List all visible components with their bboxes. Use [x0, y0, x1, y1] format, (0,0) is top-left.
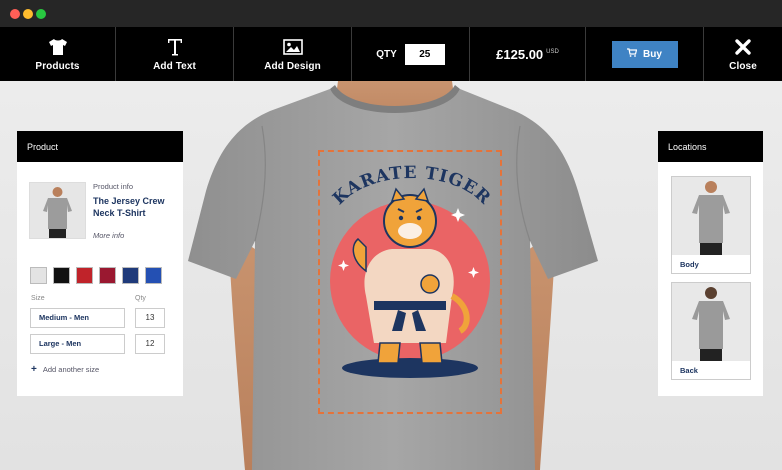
price-display: £125.00 USD — [470, 27, 586, 81]
add-design-label: Add Design — [264, 61, 321, 72]
buy-button[interactable]: Buy — [611, 40, 678, 68]
size-qty-input[interactable]: 13 — [135, 308, 165, 328]
add-design-button[interactable]: Add Design — [234, 27, 352, 81]
size-select[interactable]: Large - Men — [30, 334, 125, 354]
location-card-back[interactable]: Back — [671, 282, 751, 380]
window-titlebar — [0, 0, 782, 27]
price-currency: USD — [546, 49, 559, 55]
color-swatch[interactable] — [76, 267, 93, 284]
locations-panel: Locations Body Back — [658, 131, 763, 396]
size-row: Medium - Men 13 — [30, 308, 170, 328]
print-area[interactable]: KARATE TIGER — [318, 150, 502, 414]
location-back-image — [672, 283, 750, 361]
product-info-label: Product info — [93, 182, 134, 191]
qty-label: QTY — [376, 48, 397, 60]
product-name: The Jersey Crew Neck T-Shirt — [93, 196, 165, 218]
maximize-window-dot[interactable] — [36, 9, 46, 19]
products-button[interactable]: Products — [0, 27, 116, 81]
location-card-front[interactable]: Body — [671, 176, 751, 274]
color-swatch[interactable] — [53, 267, 70, 284]
top-toolbar: Products Add Text Add Design QTY £125.00… — [0, 27, 782, 81]
location-front-image — [672, 177, 750, 255]
design-title-text[interactable]: KARATE TIGER — [320, 152, 504, 222]
quantity-group: QTY — [352, 27, 470, 81]
add-size-link[interactable]: + Add another size — [31, 364, 99, 375]
size-row: Large - Men 12 — [30, 334, 170, 354]
plus-icon: + — [31, 364, 37, 375]
image-icon — [282, 36, 303, 58]
close-label: Close — [729, 61, 757, 72]
color-swatches — [30, 267, 162, 284]
size-column-header: Size — [31, 295, 45, 302]
size-select[interactable]: Medium - Men — [30, 308, 125, 328]
product-info: Product info The Jersey Crew Neck T-Shir… — [93, 182, 177, 240]
locations-panel-header: Locations — [658, 131, 763, 162]
color-swatch[interactable] — [145, 267, 162, 284]
svg-text:KARATE TIGER: KARATE TIGER — [329, 163, 495, 209]
color-swatch[interactable] — [99, 267, 116, 284]
tshirt-icon — [48, 36, 68, 58]
products-label: Products — [35, 61, 80, 72]
add-text-button[interactable]: Add Text — [116, 27, 234, 81]
more-info-link[interactable]: More info — [93, 231, 177, 240]
minimize-window-dot[interactable] — [23, 9, 33, 19]
add-size-label: Add another size — [42, 365, 100, 374]
close-icon — [734, 36, 752, 58]
product-panel: Product Product info The Jersey Crew Nec… — [17, 131, 183, 396]
location-label: Body — [680, 260, 699, 269]
product-thumbnail[interactable] — [29, 182, 86, 239]
text-t-icon — [166, 36, 184, 58]
qty-input[interactable] — [404, 43, 445, 65]
buy-group: Buy — [586, 27, 704, 81]
size-qty-input[interactable]: 12 — [135, 334, 165, 354]
location-label: Back — [680, 366, 698, 375]
buy-label: Buy — [643, 48, 662, 60]
close-button[interactable]: Close — [704, 27, 782, 81]
color-swatch[interactable] — [122, 267, 139, 284]
add-text-label: Add Text — [153, 61, 196, 72]
product-panel-header: Product — [17, 131, 183, 162]
qty-column-header: Qty — [135, 295, 146, 302]
design-canvas[interactable]: KARATE TIGER Product Product info The Je… — [0, 81, 782, 470]
price-amount: £125.00 — [496, 46, 544, 62]
cart-icon — [627, 48, 638, 60]
color-swatch[interactable] — [30, 267, 47, 284]
product-thumbnail-image — [43, 187, 72, 238]
close-window-dot[interactable] — [10, 9, 20, 19]
